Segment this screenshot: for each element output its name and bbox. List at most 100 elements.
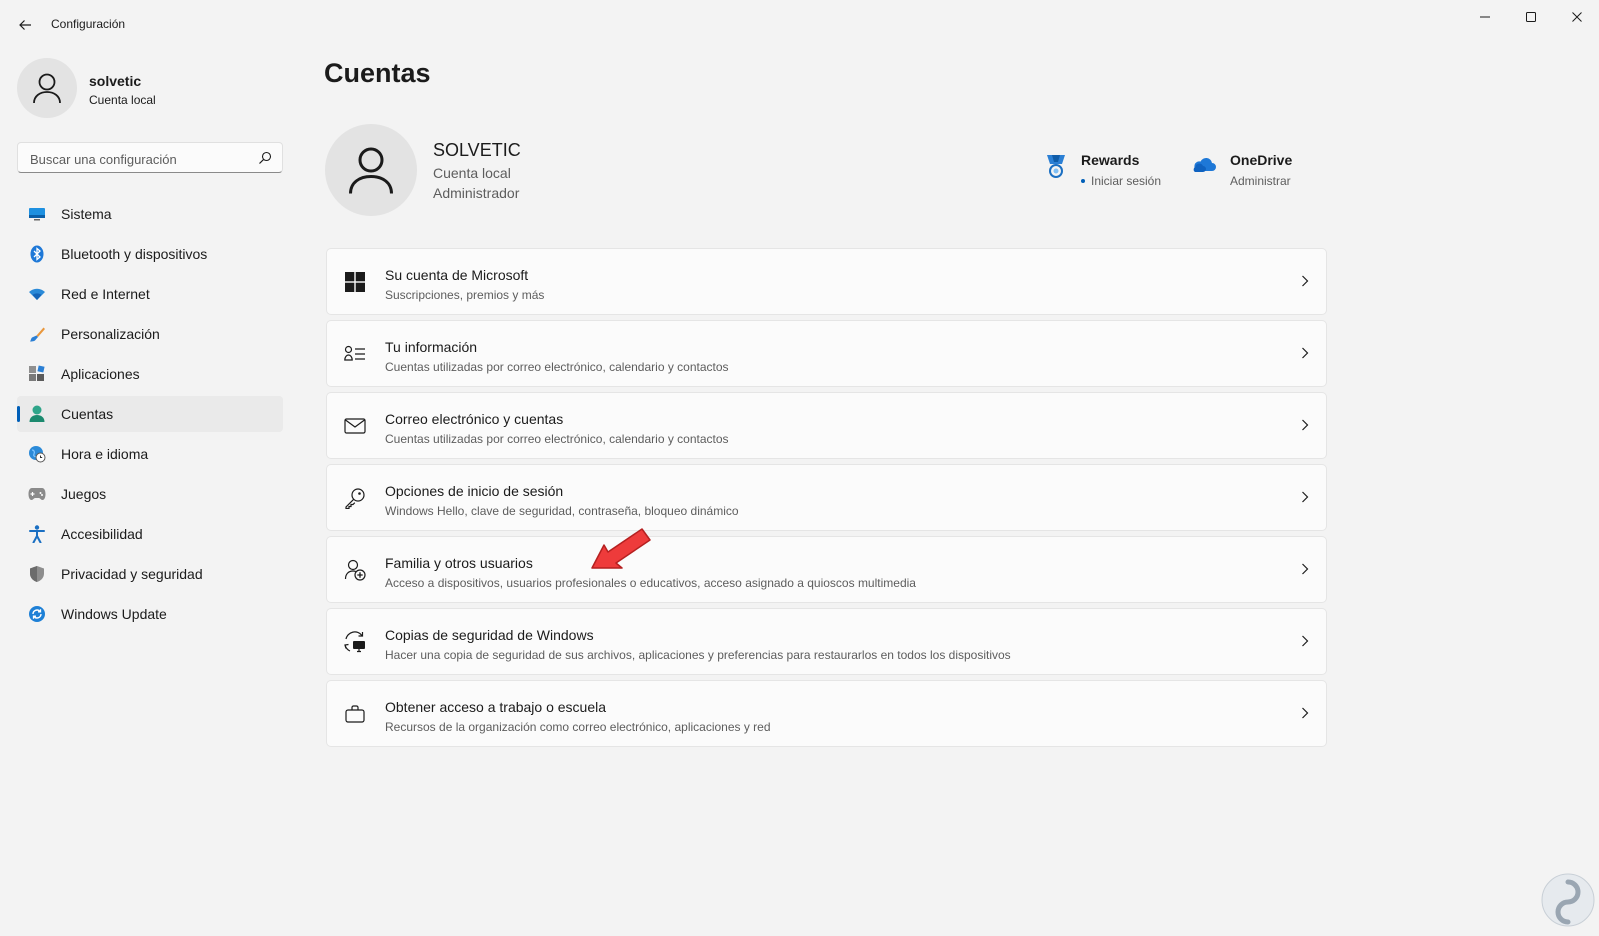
account-info: SOLVETIC Cuenta local Administrador bbox=[433, 140, 521, 201]
card-title: Obtener acceso a trabajo o escuela bbox=[385, 699, 607, 715]
chevron-right-icon bbox=[1298, 634, 1312, 648]
card-your-info[interactable]: Tu información Cuentas utilizadas por co… bbox=[326, 320, 1327, 387]
globe-clock-icon bbox=[28, 445, 46, 463]
monitor-icon bbox=[28, 205, 46, 223]
sidebar-item-label: Sistema bbox=[61, 206, 112, 222]
card-sign-in-options[interactable]: Opciones de inicio de sesión Windows Hel… bbox=[326, 464, 1327, 531]
card-subtitle: Recursos de la organización como correo … bbox=[385, 720, 771, 734]
account-role: Administrador bbox=[433, 185, 520, 201]
rewards-signin-link[interactable]: Iniciar sesión bbox=[1091, 174, 1161, 188]
brush-icon bbox=[28, 325, 46, 343]
search-box bbox=[17, 142, 283, 173]
gamepad-icon bbox=[28, 485, 46, 503]
status-dot bbox=[1081, 178, 1085, 183]
rewards-sub[interactable]: Iniciar sesión bbox=[1081, 174, 1161, 188]
back-button[interactable] bbox=[14, 14, 36, 36]
search-input[interactable] bbox=[28, 149, 252, 169]
maximize-button[interactable] bbox=[1508, 0, 1554, 34]
sidebar-item-cuentas[interactable]: Cuentas bbox=[17, 396, 283, 432]
onedrive-manage-link[interactable]: Administrar bbox=[1230, 174, 1291, 188]
minimize-button[interactable] bbox=[1462, 0, 1508, 34]
sidebar-item-red[interactable]: Red e Internet bbox=[17, 276, 283, 312]
close-icon bbox=[1572, 12, 1582, 22]
chevron-right-icon bbox=[1298, 562, 1312, 576]
close-button[interactable] bbox=[1554, 0, 1599, 34]
card-title: Familia y otros usuarios bbox=[385, 555, 533, 571]
user-name: solvetic bbox=[89, 73, 142, 89]
sidebar-item-privacidad[interactable]: Privacidad y seguridad bbox=[17, 556, 283, 592]
sidebar-item-label: Cuentas bbox=[61, 406, 114, 422]
update-icon bbox=[28, 605, 46, 623]
sidebar-item-label: Hora e idioma bbox=[61, 446, 149, 462]
rewards-widget[interactable]: Rewards Iniciar sesión bbox=[1044, 150, 1174, 190]
card-subtitle: Suscripciones, premios y más bbox=[385, 288, 545, 302]
sidebar-item-label: Personalización bbox=[61, 326, 160, 342]
sidebar-item-aplicaciones[interactable]: Aplicaciones bbox=[17, 356, 283, 392]
user-account-type: Cuenta local bbox=[89, 93, 156, 107]
rewards-label: Rewards bbox=[1081, 152, 1140, 168]
card-family-users[interactable]: Familia y otros usuarios Acceso a dispos… bbox=[326, 536, 1327, 603]
onedrive-label: OneDrive bbox=[1230, 152, 1293, 168]
card-subtitle: Hacer una copia de seguridad de sus arch… bbox=[385, 648, 1011, 662]
sidebar-item-hora[interactable]: Hora e idioma bbox=[17, 436, 283, 472]
chevron-right-icon bbox=[1298, 706, 1312, 720]
card-title: Su cuenta de Microsoft bbox=[385, 267, 529, 283]
apps-icon bbox=[28, 365, 46, 383]
annotation-arrow-icon bbox=[591, 528, 651, 569]
card-title: Copias de seguridad de Windows bbox=[385, 627, 594, 643]
sidebar-item-bluetooth[interactable]: Bluetooth y dispositivos bbox=[17, 236, 283, 272]
sidebar-nav: Sistema Bluetooth y dispositivos Red e I… bbox=[17, 196, 283, 636]
card-microsoft-account[interactable]: Su cuenta de Microsoft Suscripciones, pr… bbox=[326, 248, 1327, 315]
windows-logo-icon bbox=[344, 271, 366, 293]
card-subtitle: Windows Hello, clave de seguridad, contr… bbox=[385, 504, 739, 518]
card-subtitle: Cuentas utilizadas por correo electrónic… bbox=[385, 360, 729, 374]
sidebar-item-label: Red e Internet bbox=[61, 286, 150, 302]
search-icon[interactable] bbox=[258, 151, 272, 165]
window-title: Configuración bbox=[51, 17, 126, 31]
account-name: SOLVETIC bbox=[433, 140, 521, 160]
back-arrow-icon bbox=[19, 20, 31, 30]
sidebar-item-label: Aplicaciones bbox=[61, 366, 140, 382]
wifi-icon bbox=[28, 285, 46, 303]
contact-card-icon bbox=[344, 343, 366, 365]
onedrive-cloud-icon bbox=[1193, 157, 1216, 172]
briefcase-icon bbox=[344, 703, 366, 725]
card-title: Correo electrónico y cuentas bbox=[385, 411, 564, 427]
person-add-icon bbox=[344, 559, 366, 581]
account-avatar[interactable] bbox=[325, 124, 417, 216]
minimize-icon bbox=[1480, 16, 1490, 18]
watermark-logo-icon bbox=[1541, 873, 1595, 927]
sidebar-item-label: Privacidad y seguridad bbox=[61, 566, 203, 582]
chevron-right-icon bbox=[1298, 418, 1312, 432]
card-windows-backup[interactable]: Copias de seguridad de Windows Hacer una… bbox=[326, 608, 1327, 675]
backup-icon bbox=[344, 631, 366, 653]
mail-icon bbox=[344, 415, 366, 437]
onedrive-widget[interactable]: OneDrive Administrar bbox=[1193, 150, 1313, 190]
accessibility-icon bbox=[28, 525, 46, 543]
maximize-icon bbox=[1526, 12, 1536, 22]
sidebar-item-label: Windows Update bbox=[61, 606, 167, 622]
sidebar-item-juegos[interactable]: Juegos bbox=[17, 476, 283, 512]
card-work-school[interactable]: Obtener acceso a trabajo o escuela Recur… bbox=[326, 680, 1327, 747]
sidebar-item-label: Juegos bbox=[61, 486, 107, 502]
avatar[interactable] bbox=[17, 58, 77, 118]
sidebar-item-windows-update[interactable]: Windows Update bbox=[17, 596, 283, 632]
card-email-accounts[interactable]: Correo electrónico y cuentas Cuentas uti… bbox=[326, 392, 1327, 459]
sidebar-item-label: Accesibilidad bbox=[61, 526, 143, 542]
sidebar-item-sistema[interactable]: Sistema bbox=[17, 196, 283, 232]
title-bar: Configuración bbox=[0, 0, 1599, 48]
chevron-right-icon bbox=[1298, 346, 1312, 360]
card-title: Opciones de inicio de sesión bbox=[385, 483, 564, 499]
chevron-right-icon bbox=[1298, 274, 1312, 288]
person-silhouette-icon bbox=[33, 73, 61, 104]
sidebar-item-accesibilidad[interactable]: Accesibilidad bbox=[17, 516, 283, 552]
person-silhouette-icon bbox=[349, 147, 393, 194]
chevron-right-icon bbox=[1298, 490, 1312, 504]
card-title: Tu información bbox=[385, 339, 478, 355]
rewards-medal-icon bbox=[1047, 155, 1065, 178]
card-subtitle: Cuentas utilizadas por correo electrónic… bbox=[385, 432, 729, 446]
sidebar-item-label: Bluetooth y dispositivos bbox=[61, 246, 208, 262]
sidebar-item-personalizacion[interactable]: Personalización bbox=[17, 316, 283, 352]
sidebar-user-info: solvetic Cuenta local bbox=[89, 73, 156, 107]
shield-icon bbox=[28, 565, 46, 583]
